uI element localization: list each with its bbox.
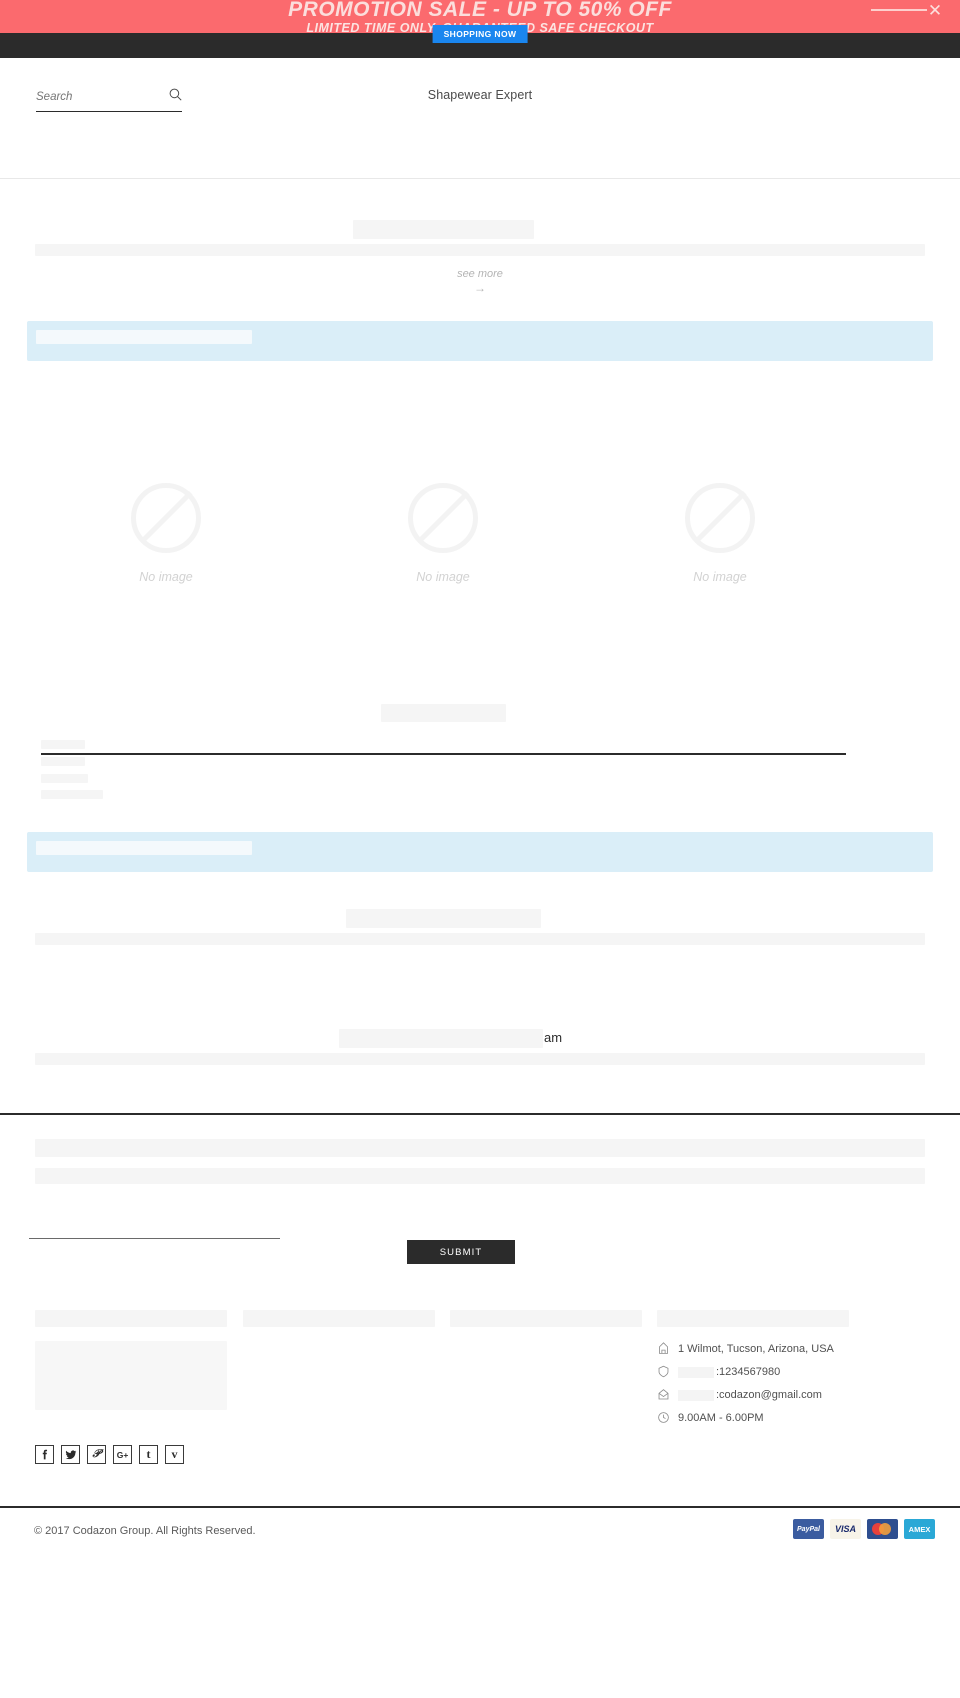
phone-icon [657, 1365, 671, 1379]
contact-hours: 9.00AM - 6.00PM [678, 1412, 764, 1424]
lower-subtitle-placeholder [35, 933, 925, 945]
newsletter-input[interactable] [29, 1215, 280, 1239]
hero-title-placeholder [353, 220, 534, 239]
mid-title-placeholder [381, 704, 506, 722]
tumblr-icon[interactable]: t [139, 1445, 158, 1464]
product-card-3[interactable]: No image [620, 483, 820, 584]
mastercard-logo [867, 1519, 898, 1539]
paypal-logo: PayPal [793, 1519, 824, 1539]
promotion-close-rule [871, 9, 927, 11]
tab-placeholder-1[interactable] [41, 740, 85, 749]
lower-title-placeholder-2 [339, 1029, 543, 1048]
twitter-icon[interactable] [61, 1445, 80, 1464]
arrow-right-icon: → [474, 281, 486, 295]
copyright-text: © 2017 Codazon Group. All Rights Reserve… [34, 1525, 256, 1537]
product-card-1[interactable]: No image [66, 483, 266, 584]
contact-row: 1 Wilmot, Tucson, Arizona, USA [657, 1338, 937, 1360]
facebook-icon[interactable] [35, 1445, 54, 1464]
footer-col-title-1 [35, 1310, 227, 1327]
tab-placeholder-2[interactable] [41, 757, 85, 766]
contact-list: 1 Wilmot, Tucson, Arizona, USA :12345679… [657, 1338, 937, 1430]
map-marker-icon [657, 1342, 671, 1356]
no-image-icon [131, 483, 201, 553]
stray-text: am [544, 1030, 563, 1045]
envelope-icon [657, 1388, 671, 1402]
no-image-label: No image [139, 570, 193, 584]
no-image-label: No image [416, 570, 470, 584]
lower-title-placeholder [346, 909, 541, 928]
contact-email: :codazon@gmail.com [716, 1389, 822, 1401]
site-header: Shapewear Expert [0, 58, 960, 179]
lower-subtitle-placeholder-2 [35, 1053, 925, 1065]
footer-image-placeholder [35, 1341, 227, 1410]
social-links: 𝒫 G+ t v [35, 1445, 184, 1464]
contact-address: 1 Wilmot, Tucson, Arizona, USA [678, 1343, 834, 1355]
shopping-now-button[interactable]: SHOPPING NOW [432, 25, 528, 43]
page-title: Shapewear Expert [427, 88, 533, 102]
payment-methods: PayPal VISA AMEX [793, 1519, 935, 1539]
submit-button[interactable]: SUBMIT [407, 1240, 515, 1264]
googleplus-icon[interactable]: G+ [113, 1445, 132, 1464]
footer-col-title-3 [450, 1310, 642, 1327]
footer-divider [0, 1506, 960, 1508]
nav-strip: SHOPPING NOW [0, 25, 960, 58]
tab-placeholder-3[interactable] [41, 774, 88, 783]
product-card-2[interactable]: No image [343, 483, 543, 584]
close-icon[interactable]: ✕ [927, 2, 943, 19]
clock-icon [657, 1411, 671, 1425]
promotion-headline: PROMOTION SALE - UP TO 50% OFF [288, 0, 672, 21]
visa-logo: VISA [830, 1519, 861, 1539]
no-image-icon [685, 483, 755, 553]
no-image-label: No image [693, 570, 747, 584]
contact-email-mask [678, 1389, 714, 1401]
pinterest-icon[interactable]: 𝒫 [87, 1445, 106, 1464]
tab-placeholder-4[interactable] [41, 790, 103, 799]
tab-underline [41, 753, 846, 755]
hero-subtitle-placeholder [35, 244, 925, 256]
contact-row: 9.00AM - 6.00PM [657, 1407, 937, 1429]
section-banner-bottom-placeholder [36, 841, 252, 855]
vimeo-icon[interactable]: v [165, 1445, 184, 1464]
no-image-icon [408, 483, 478, 553]
see-more-link[interactable]: see more → [0, 268, 960, 295]
section-banner-bottom [27, 832, 933, 872]
contact-phone-mask [678, 1366, 714, 1378]
contact-row: :codazon@gmail.com [657, 1384, 937, 1406]
section-banner-top [27, 321, 933, 361]
footer-col-title-2 [243, 1310, 435, 1327]
see-more-label: see more [457, 268, 503, 280]
newsletter-title-placeholder [35, 1139, 925, 1157]
newsletter-text-placeholder [35, 1168, 925, 1184]
section-banner-top-placeholder [36, 330, 252, 344]
contact-phone: :1234567980 [716, 1366, 781, 1378]
footer-col-title-4 [657, 1310, 849, 1327]
contact-row: :1234567980 [657, 1361, 937, 1383]
amex-logo: AMEX [904, 1519, 935, 1539]
section-divider [0, 1113, 960, 1115]
